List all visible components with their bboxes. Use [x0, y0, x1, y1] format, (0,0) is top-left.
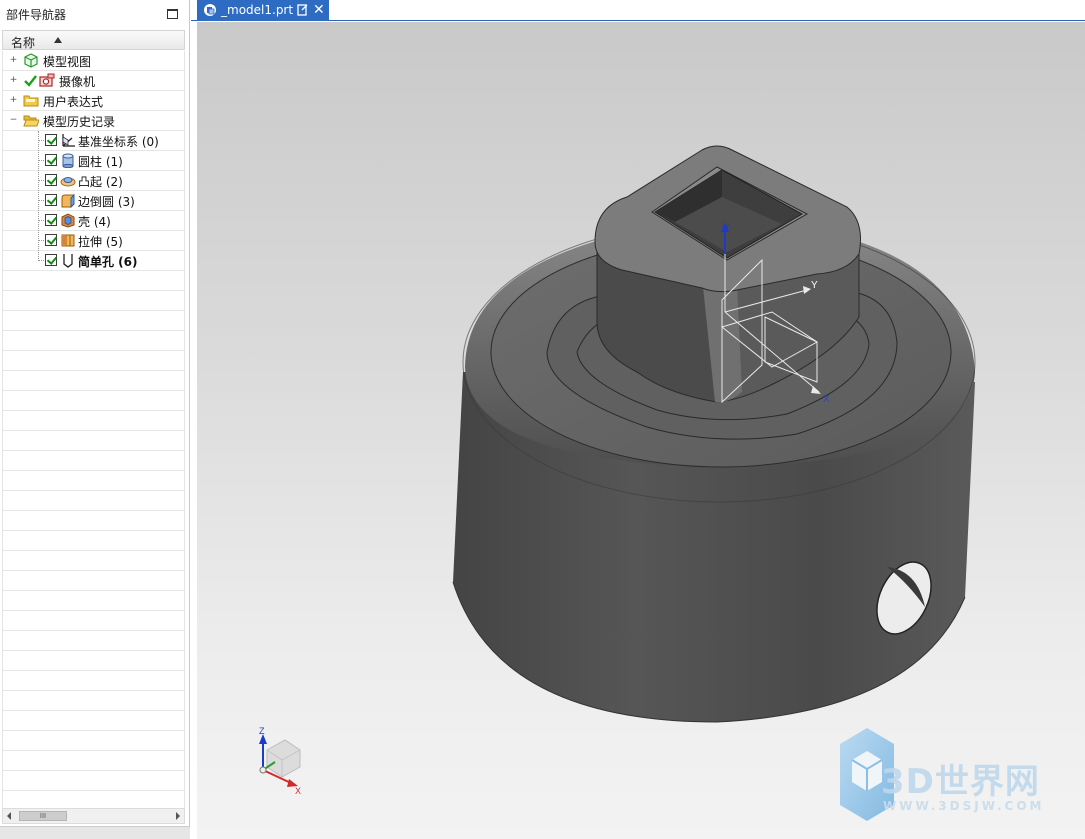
feature-row-shell[interactable]: 壳 (4)	[3, 211, 184, 230]
feature-label: 边倒圆 (3)	[78, 195, 135, 209]
checkmark-icon	[24, 75, 37, 87]
folder-open-icon	[23, 115, 39, 127]
scroll-right-icon[interactable]	[176, 812, 180, 820]
graphics-viewport[interactable]: Z Y X Z X 3D世界网 WWW.3DSJW.COM	[197, 22, 1085, 839]
name-column-header[interactable]: 名称	[2, 30, 185, 50]
feature-label: 凸起 (2)	[78, 175, 123, 189]
scroll-thumb[interactable]: III	[19, 811, 67, 821]
horizontal-scrollbar[interactable]: III	[2, 808, 185, 824]
part-navigator-panel: 部件导航器 名称 + 模型视图 + 摄像机 + 用户表达式 − 模型历史记录 基…	[0, 0, 190, 839]
triad-z-label: Z	[259, 726, 265, 736]
tree-item-label: 用户表达式	[43, 95, 104, 109]
feature-row-simple-hole[interactable]: 简单孔 (6)	[3, 251, 184, 270]
tree-item-label: 摄像机	[59, 75, 96, 89]
scroll-left-icon[interactable]	[7, 812, 11, 820]
tree-item-user-expressions[interactable]: + 用户表达式	[3, 91, 184, 110]
expand-toggle[interactable]: +	[9, 76, 18, 85]
visibility-checkbox[interactable]	[45, 134, 57, 146]
feature-label: 壳 (4)	[78, 215, 111, 229]
emboss-icon	[60, 177, 76, 187]
y-axis-label: Y	[811, 280, 818, 291]
tab-model1-prt[interactable]: _model1.prt ✕	[197, 0, 329, 21]
shell-icon	[61, 213, 75, 228]
triad-x-label: X	[295, 786, 301, 796]
visibility-checkbox[interactable]	[45, 194, 57, 206]
x-axis-label: X	[823, 394, 830, 405]
z-axis-label: Z	[723, 224, 729, 235]
feature-row-extrude[interactable]: 拉伸 (5)	[3, 231, 184, 250]
navigator-title: 部件导航器	[6, 8, 67, 22]
visibility-checkbox[interactable]	[45, 234, 57, 246]
feature-row-emboss[interactable]: 凸起 (2)	[3, 171, 184, 190]
model-canvas[interactable]: Z Y X Z X	[197, 22, 1085, 839]
navigator-footer	[0, 826, 190, 839]
feature-label: 基准坐标系 (0)	[78, 135, 159, 149]
visibility-checkbox[interactable]	[45, 254, 57, 266]
close-icon[interactable]: ✕	[313, 1, 325, 19]
visibility-checkbox[interactable]	[45, 214, 57, 226]
cylinder-icon	[62, 153, 74, 168]
tree-item-label: 模型历史记录	[43, 115, 116, 129]
feature-row-datum-csys[interactable]: 基准坐标系 (0)	[3, 131, 184, 150]
watermark-text: 3D世界网	[881, 762, 1040, 802]
model-views-icon	[24, 53, 38, 68]
feature-row-edge-blend[interactable]: 边倒圆 (3)	[3, 191, 184, 210]
watermark-url: WWW.3DSJW.COM	[883, 799, 1045, 813]
feature-label: 简单孔 (6)	[78, 255, 138, 269]
navigator-tree: + 模型视图 + 摄像机 + 用户表达式 − 模型历史记录 基准坐标系 (0) …	[2, 51, 185, 808]
camera-icon	[39, 73, 55, 87]
feature-row-cylinder[interactable]: 圆柱 (1)	[3, 151, 184, 170]
collapse-toggle[interactable]: −	[9, 116, 18, 125]
datum-csys-icon	[62, 134, 75, 147]
expand-toggle[interactable]: +	[9, 56, 18, 65]
hole-icon	[63, 254, 73, 268]
tab-label: _model1.prt	[221, 3, 294, 17]
edge-blend-icon	[61, 193, 75, 208]
visibility-checkbox[interactable]	[45, 174, 57, 186]
tree-item-model-history[interactable]: − 模型历史记录	[3, 111, 184, 130]
column-name-label: 名称	[11, 36, 36, 50]
folder-icon	[23, 95, 39, 107]
view-triad[interactable]	[259, 734, 301, 787]
document-tab-bar: _model1.prt ✕	[191, 0, 1085, 21]
feature-label: 拉伸 (5)	[78, 235, 123, 249]
sort-ascending-icon[interactable]	[54, 37, 62, 43]
extrude-icon	[61, 234, 75, 247]
tree-item-model-views[interactable]: + 模型视图	[3, 51, 184, 70]
tree-item-label: 模型视图	[43, 55, 92, 69]
maximize-icon[interactable]	[167, 9, 178, 19]
part-file-icon	[204, 4, 216, 16]
expand-toggle[interactable]: +	[9, 96, 18, 105]
undock-icon[interactable]	[297, 4, 308, 16]
tree-item-cameras[interactable]: + 摄像机	[3, 71, 184, 90]
feature-label: 圆柱 (1)	[78, 155, 123, 169]
visibility-checkbox[interactable]	[45, 154, 57, 166]
